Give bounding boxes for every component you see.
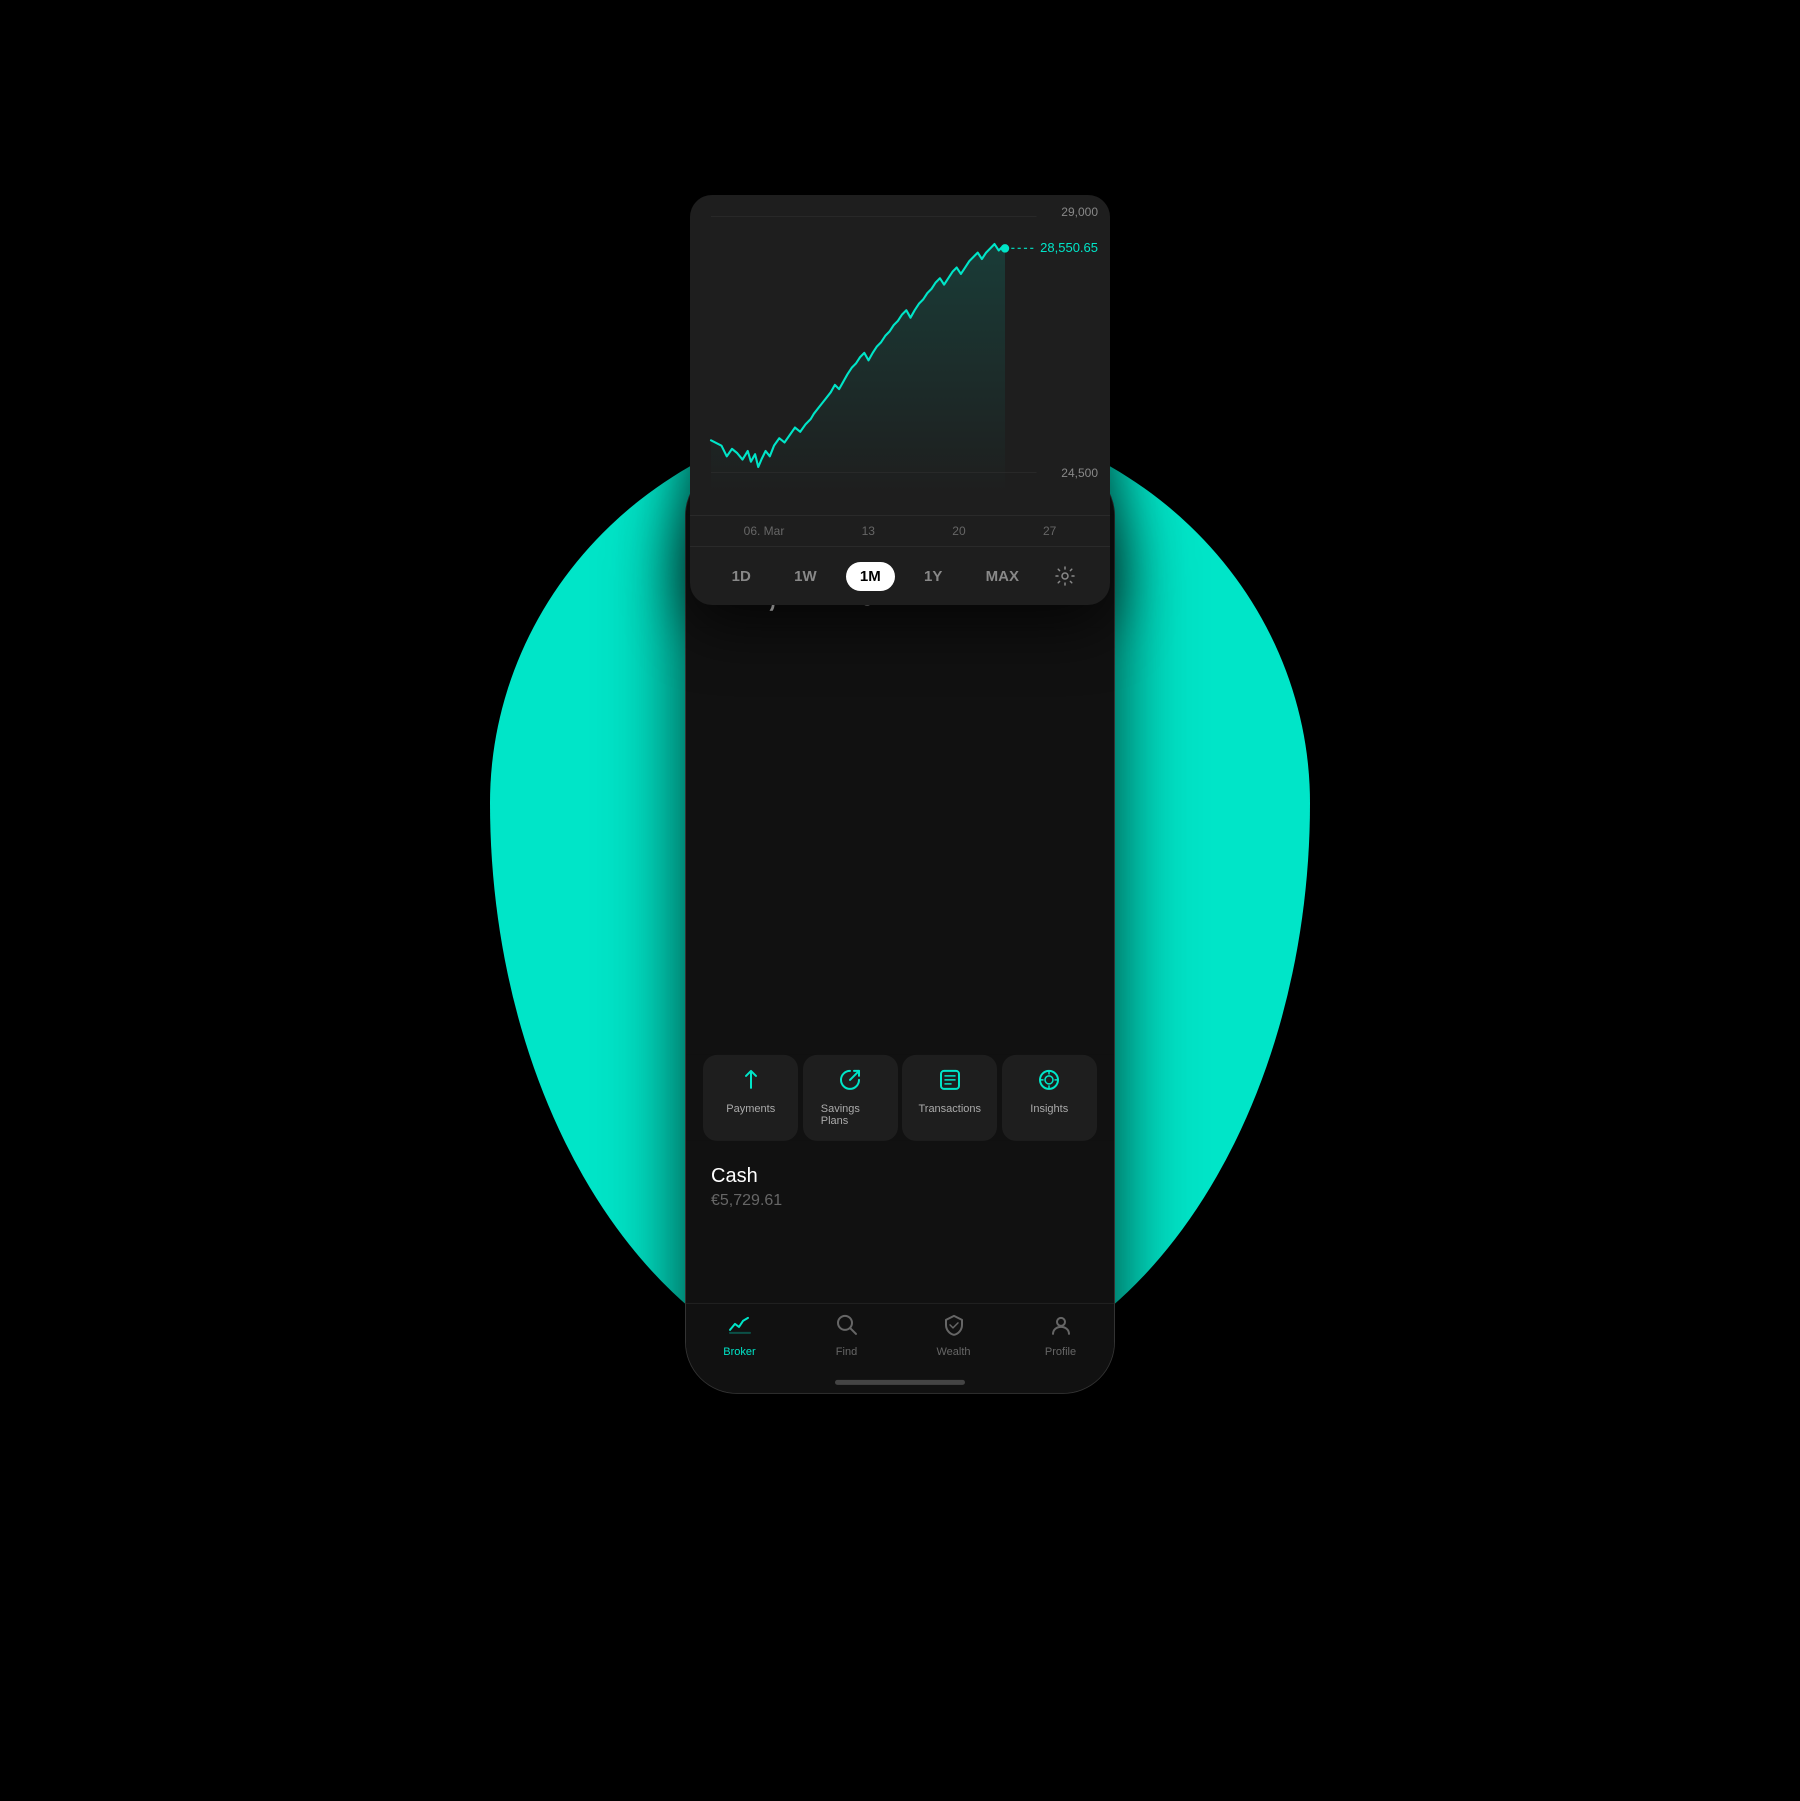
savings-icon	[839, 1068, 861, 1096]
tab-bar: Broker Find	[686, 1302, 1114, 1392]
find-tab-label: Find	[836, 1345, 857, 1357]
insights-button[interactable]: Insights	[1002, 1054, 1097, 1140]
cash-amount: €5,729.61	[711, 1191, 1089, 1209]
savings-label: Savings Plans	[821, 1102, 880, 1126]
timeframe-row: 1D 1W 1M 1Y MAX	[690, 546, 1110, 605]
timeframe-1d[interactable]: 1D	[718, 562, 765, 591]
chart-settings-button[interactable]	[1048, 559, 1082, 593]
chart-area: 29,000 28,550.65 24,500	[690, 195, 1110, 515]
transactions-button[interactable]: Transactions	[902, 1054, 997, 1140]
date-label-0: 06. Mar	[744, 524, 785, 538]
timeframe-1y[interactable]: 1Y	[910, 562, 956, 591]
tab-find[interactable]: Find	[793, 1313, 900, 1357]
date-label-2: 20	[952, 524, 965, 538]
savings-svg	[839, 1068, 861, 1090]
tab-profile[interactable]: Profile	[1007, 1313, 1114, 1357]
insights-label: Insights	[1030, 1102, 1068, 1114]
chart-svg-container	[690, 195, 1110, 515]
payments-button[interactable]: Payments	[703, 1054, 798, 1140]
timeframe-max[interactable]: MAX	[972, 562, 1033, 591]
wealth-svg	[943, 1313, 965, 1335]
date-row: 06. Mar 13 20 27	[690, 515, 1110, 546]
gear-icon	[1054, 565, 1076, 587]
payments-icon	[740, 1068, 762, 1096]
broker-tab-icon	[728, 1313, 752, 1341]
insights-svg	[1038, 1068, 1060, 1090]
wealth-tab-icon	[943, 1313, 965, 1341]
action-buttons: Payments Savings Plans	[686, 1054, 1114, 1140]
cash-section: Cash €5,729.61	[711, 1164, 1089, 1209]
tab-wealth[interactable]: Wealth	[900, 1313, 1007, 1357]
date-label-1: 13	[862, 524, 875, 538]
tab-broker[interactable]: Broker	[686, 1313, 793, 1357]
transactions-svg	[939, 1068, 961, 1090]
broker-svg	[728, 1313, 752, 1335]
timeframe-1m[interactable]: 1M	[846, 562, 895, 591]
outer-background: 11:22	[0, 0, 1800, 1801]
chart-card: 29,000 28,550.65 24,500	[690, 195, 1110, 605]
transactions-icon	[939, 1068, 961, 1096]
home-indicator	[835, 1379, 965, 1384]
chart-svg	[690, 195, 1110, 515]
transactions-label: Transactions	[918, 1102, 981, 1114]
cash-title: Cash	[711, 1164, 1089, 1187]
timeframe-1w[interactable]: 1W	[780, 562, 831, 591]
payments-label: Payments	[726, 1102, 775, 1114]
date-label-3: 27	[1043, 524, 1056, 538]
savings-plans-button[interactable]: Savings Plans	[803, 1054, 898, 1140]
payments-svg	[740, 1068, 762, 1090]
profile-tab-icon	[1050, 1313, 1072, 1341]
find-svg	[836, 1313, 858, 1335]
profile-svg	[1050, 1313, 1072, 1335]
broker-tab-label: Broker	[723, 1345, 755, 1357]
find-tab-icon	[836, 1313, 858, 1341]
wealth-tab-label: Wealth	[936, 1345, 970, 1357]
insights-icon	[1038, 1068, 1060, 1096]
profile-tab-label: Profile	[1045, 1345, 1076, 1357]
